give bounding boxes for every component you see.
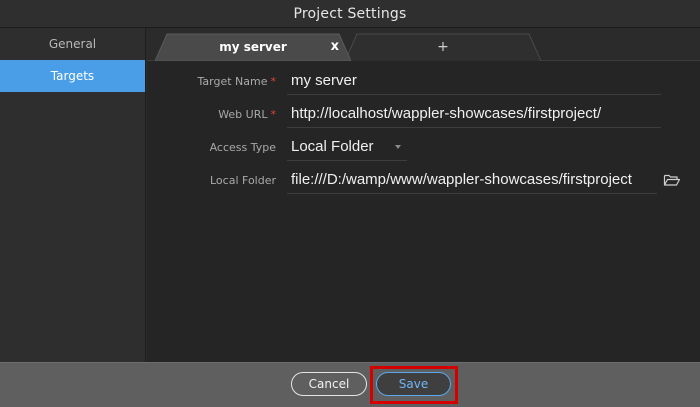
target-name-field[interactable]: my server xyxy=(287,68,661,95)
web-url-field[interactable]: http://localhost/wappler-showcases/first… xyxy=(287,101,661,128)
web-url-label: Web URL * xyxy=(218,108,276,121)
access-type-value: Local Folder xyxy=(291,138,374,155)
access-type-select[interactable]: Local Folder xyxy=(287,134,407,161)
sidebar-item-general[interactable]: General xyxy=(0,28,145,60)
dialog-footer: Cancel Save xyxy=(0,362,700,407)
folder-open-icon[interactable] xyxy=(663,172,681,188)
required-mark: * xyxy=(270,75,277,88)
window-title: Project Settings xyxy=(0,0,700,28)
required-mark: * xyxy=(270,108,277,121)
web-url-row: Web URL * http://localhost/wappler-showca… xyxy=(147,101,700,129)
local-folder-field[interactable]: file:///D:/wamp/www/wappler-showcases/fi… xyxy=(287,167,657,194)
close-tab-button[interactable]: x xyxy=(331,39,339,54)
access-type-row: Access Type Local Folder xyxy=(147,134,700,162)
sidebar: General Targets xyxy=(0,28,146,362)
target-name-label: Target Name * xyxy=(197,75,277,88)
local-folder-row: Local Folder file:///D:/wamp/www/wappler… xyxy=(147,167,700,195)
add-tab-label: + xyxy=(437,39,449,55)
access-type-label: Access Type xyxy=(209,141,276,154)
tab-label: my server xyxy=(219,40,287,54)
sidebar-item-label: Targets xyxy=(50,69,95,83)
add-target-tab[interactable]: + xyxy=(345,33,541,61)
chevron-down-icon xyxy=(395,145,401,149)
sidebar-item-targets[interactable]: Targets xyxy=(0,60,145,92)
target-tabs: + my server x xyxy=(147,28,700,61)
save-button[interactable]: Save xyxy=(376,372,451,396)
tab-my-server[interactable]: my server x xyxy=(155,33,351,61)
sidebar-item-label: General xyxy=(48,37,97,51)
cancel-button[interactable]: Cancel xyxy=(291,372,367,396)
local-folder-label: Local Folder xyxy=(210,174,276,187)
target-name-row: Target Name * my server xyxy=(147,68,700,96)
targets-panel: + my server x Target Name * my server Web… xyxy=(147,28,700,362)
